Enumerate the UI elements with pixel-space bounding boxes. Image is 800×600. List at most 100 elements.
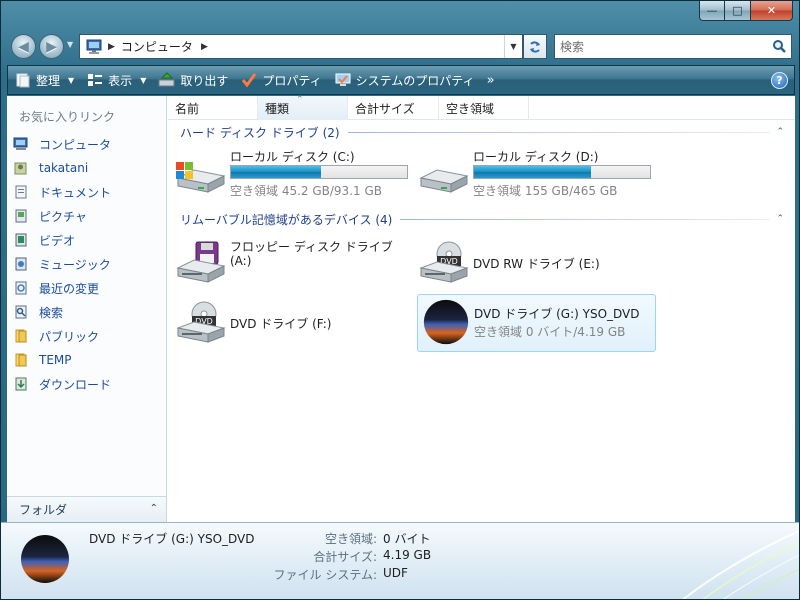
group-title: リムーバブル記憶域があるデバイス (4) xyxy=(180,212,393,227)
user-folder-icon xyxy=(13,160,29,176)
organize-button[interactable]: 整理 ▼ xyxy=(8,66,80,94)
property-value: UDF xyxy=(383,566,408,580)
recent-changes-icon xyxy=(13,280,29,296)
system-properties-button[interactable]: システムのプロパティ xyxy=(328,66,481,94)
folder-icon xyxy=(13,352,29,368)
dvd-disc-custom-icon xyxy=(21,535,69,583)
maximize-button[interactable]: □ xyxy=(725,1,751,21)
help-icon: ? xyxy=(776,74,783,87)
refresh-icon xyxy=(530,40,540,53)
nav-item-recent-changes[interactable]: 最近の変更 xyxy=(13,276,163,300)
column-header-type[interactable]: ⌃ 種類 xyxy=(258,95,348,120)
system-properties-label: システムのプロパティ xyxy=(355,73,475,88)
group-header-removable[interactable]: リムーバブル記憶域があるデバイス (4) ⌃ xyxy=(180,210,784,228)
column-header-name[interactable]: 名前 xyxy=(168,96,258,120)
search-input[interactable]: 検索 xyxy=(560,38,584,55)
help-button[interactable]: ? xyxy=(771,72,788,89)
group-header-hard-disks[interactable]: ハード ディスク ドライブ (2) ⌃ xyxy=(180,123,784,141)
property-key: 空き領域: xyxy=(324,532,377,546)
nav-item-label: 検索 xyxy=(39,305,64,320)
breadcrumb-separator[interactable]: ▶ xyxy=(108,42,115,52)
floppy-drive-icon xyxy=(176,241,226,283)
dvd-disc-custom-icon xyxy=(423,299,469,345)
properties-check-icon xyxy=(240,72,258,88)
eject-label: 取り出す xyxy=(180,73,229,88)
breadcrumb-separator[interactable]: ▶ xyxy=(201,42,208,52)
nav-item-label: ピクチャ xyxy=(39,209,87,224)
close-button[interactable]: ✕ xyxy=(751,1,793,21)
client-area: お気に入りリンク コンピュータ takatani ドキュメント ピクチャ ビデオ… xyxy=(7,95,795,522)
nav-item-documents[interactable]: ドキュメント xyxy=(13,180,163,204)
chevron-down-icon: ▼ xyxy=(140,75,147,85)
caption-buttons: — □ ✕ xyxy=(699,1,793,21)
address-dropdown-button[interactable]: ▼ xyxy=(504,35,522,58)
properties-button[interactable]: プロパティ xyxy=(234,66,327,94)
group-divider xyxy=(400,218,771,220)
drive-name: ローカル ディスク (D:) xyxy=(473,150,599,164)
nav-item-videos[interactable]: ビデオ xyxy=(13,228,163,252)
nav-item-computer[interactable]: コンピュータ xyxy=(13,132,163,156)
views-button[interactable]: 表示 ▼ xyxy=(80,66,152,94)
search-icon[interactable] xyxy=(772,39,787,54)
drive-tile-d[interactable]: ローカル ディスク (D:) 空き領域 155 GB/465 GB xyxy=(417,146,657,202)
dvd-rw-drive-icon: DVD xyxy=(419,241,469,283)
windows-hard-disk-icon xyxy=(176,162,226,193)
details-properties: 空き領域: 0 バイト 合計サイズ: 4.19 GB ファイル システム: UDF xyxy=(221,530,432,584)
search-box[interactable]: 検索 xyxy=(554,34,792,59)
drive-name: ローカル ディスク (C:) xyxy=(230,150,355,164)
drive-name: フロッピー ディスク ドライブ xyxy=(230,240,393,254)
nav-item-label: takatani xyxy=(39,161,89,175)
eject-icon xyxy=(158,72,176,88)
drive-tile-a[interactable]: フロッピー ディスク ドライブ (A:) xyxy=(174,236,414,292)
more-commands-button[interactable]: » xyxy=(487,73,495,88)
drive-usage-bar xyxy=(473,165,651,179)
music-icon xyxy=(13,256,29,272)
column-header-total-size[interactable]: 合計サイズ xyxy=(348,96,439,120)
property-key: ファイル システム: xyxy=(273,568,378,582)
videos-icon xyxy=(13,232,29,248)
content-pane: 名前 ⌃ 種類 合計サイズ 空き領域 ハード ディスク ドライブ (2) ⌃ ロ… xyxy=(168,95,795,522)
drive-tile-g[interactable]: DVD ドライブ (G:) YSO_DVD 空き領域 0 バイト/4.19 GB xyxy=(417,294,656,352)
navigation-pane: お気に入りリンク コンピュータ takatani ドキュメント ピクチャ ビデオ… xyxy=(7,96,167,522)
documents-icon xyxy=(13,184,29,200)
address-bar[interactable]: ▶ コンピュータ ▶ ▼ xyxy=(79,34,523,59)
views-icon xyxy=(86,72,104,88)
nav-item-search[interactable]: 検索 xyxy=(13,300,163,324)
column-header-free-space[interactable]: 空き領域 xyxy=(439,96,529,120)
nav-item-temp[interactable]: TEMP xyxy=(13,348,163,372)
back-button[interactable]: ◀ xyxy=(11,34,36,59)
collapse-icon[interactable]: ⌃ xyxy=(776,127,784,137)
group-title: ハード ディスク ドライブ (2) xyxy=(180,125,340,140)
breadcrumb-computer[interactable]: コンピュータ xyxy=(121,38,193,55)
drive-free-space: 空き領域 45.2 GB/93.1 GB xyxy=(230,184,382,198)
views-label: 表示 xyxy=(108,73,133,88)
back-arrow-icon: ◀ xyxy=(18,38,29,55)
drive-tile-f[interactable]: DVD DVD ドライブ (F:) xyxy=(174,296,414,352)
nav-item-downloads[interactable]: ダウンロード xyxy=(13,372,163,396)
drive-usage-fill xyxy=(231,166,322,178)
eject-button[interactable]: 取り出す xyxy=(152,66,234,94)
organize-icon xyxy=(14,72,32,88)
minimize-button[interactable]: — xyxy=(699,1,725,21)
nav-item-music[interactable]: ミュージック xyxy=(13,252,163,276)
folders-label: フォルダ xyxy=(19,503,68,517)
search-folder-icon xyxy=(13,304,29,320)
nav-item-label: ミュージック xyxy=(39,257,111,272)
system-properties-icon xyxy=(334,72,352,88)
nav-item-pictures[interactable]: ピクチャ xyxy=(13,204,163,228)
collapse-icon[interactable]: ⌃ xyxy=(776,214,784,224)
refresh-button[interactable] xyxy=(523,34,547,59)
folders-toggle[interactable]: フォルダ ⌃ xyxy=(7,496,166,522)
recent-pages-dropdown[interactable]: ▼ xyxy=(67,40,76,52)
drive-name: DVD ドライブ (F:) xyxy=(230,317,332,331)
downloads-icon xyxy=(13,376,29,392)
nav-item-public[interactable]: パブリック xyxy=(13,324,163,348)
details-property-free: 空き領域: 0 バイト xyxy=(221,530,431,548)
nav-item-takatani[interactable]: takatani xyxy=(13,156,163,180)
forward-arrow-icon: ▶ xyxy=(46,38,57,55)
forward-button[interactable]: ▶ xyxy=(39,34,64,59)
drive-tile-c[interactable]: ローカル ディスク (C:) 空き領域 45.2 GB/93.1 GB xyxy=(174,146,414,202)
drive-tile-e[interactable]: DVD DVD RW ドライブ (E:) xyxy=(417,236,657,292)
drive-free-space: 空き領域 155 GB/465 GB xyxy=(473,184,618,198)
column-header-label: 合計サイズ xyxy=(355,101,415,116)
